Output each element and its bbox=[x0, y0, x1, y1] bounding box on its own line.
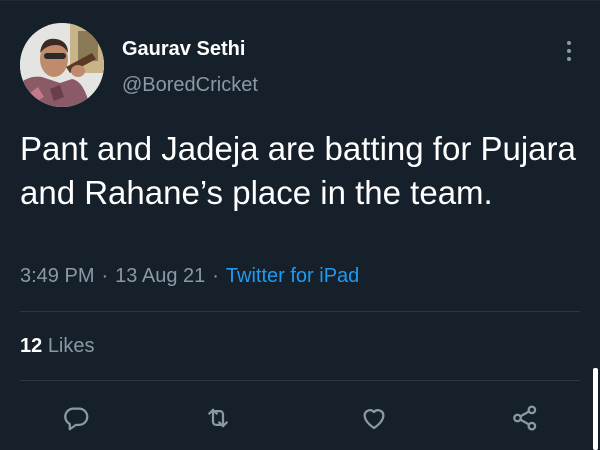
likes-count: 12 bbox=[20, 335, 43, 357]
likes-label: Likes bbox=[47, 335, 95, 357]
like-icon[interactable] bbox=[356, 400, 392, 436]
meta-separator: · bbox=[212, 265, 219, 287]
share-icon[interactable] bbox=[507, 400, 543, 436]
retweet-icon[interactable] bbox=[200, 400, 236, 436]
tweet-meta: 3:49 PM · 13 Aug 21 · Twitter for iPad bbox=[20, 265, 359, 288]
more-dot bbox=[567, 49, 571, 53]
divider bbox=[20, 380, 580, 381]
tweet-text: Pant and Jadeja are batting for Pujara a… bbox=[20, 130, 576, 211]
scrollbar[interactable] bbox=[593, 368, 598, 450]
tweet-source-link[interactable]: Twitter for iPad bbox=[226, 265, 359, 287]
profile-photo-icon bbox=[20, 23, 104, 107]
more-dot bbox=[567, 57, 571, 61]
divider bbox=[20, 311, 580, 312]
more-options-icon[interactable] bbox=[556, 36, 582, 66]
likes-stat[interactable]: 12 Likes bbox=[20, 335, 95, 358]
more-dot bbox=[567, 41, 571, 45]
avatar[interactable] bbox=[20, 23, 104, 107]
display-name[interactable]: Gaurav Sethi bbox=[122, 38, 245, 61]
reply-icon[interactable] bbox=[58, 400, 94, 436]
user-handle[interactable]: @BoredCricket bbox=[122, 74, 258, 97]
meta-separator: · bbox=[101, 265, 109, 287]
tweet-date[interactable]: 13 Aug 21 bbox=[115, 265, 205, 287]
tweet-time[interactable]: 3:49 PM bbox=[20, 265, 94, 287]
top-divider bbox=[0, 0, 600, 1]
